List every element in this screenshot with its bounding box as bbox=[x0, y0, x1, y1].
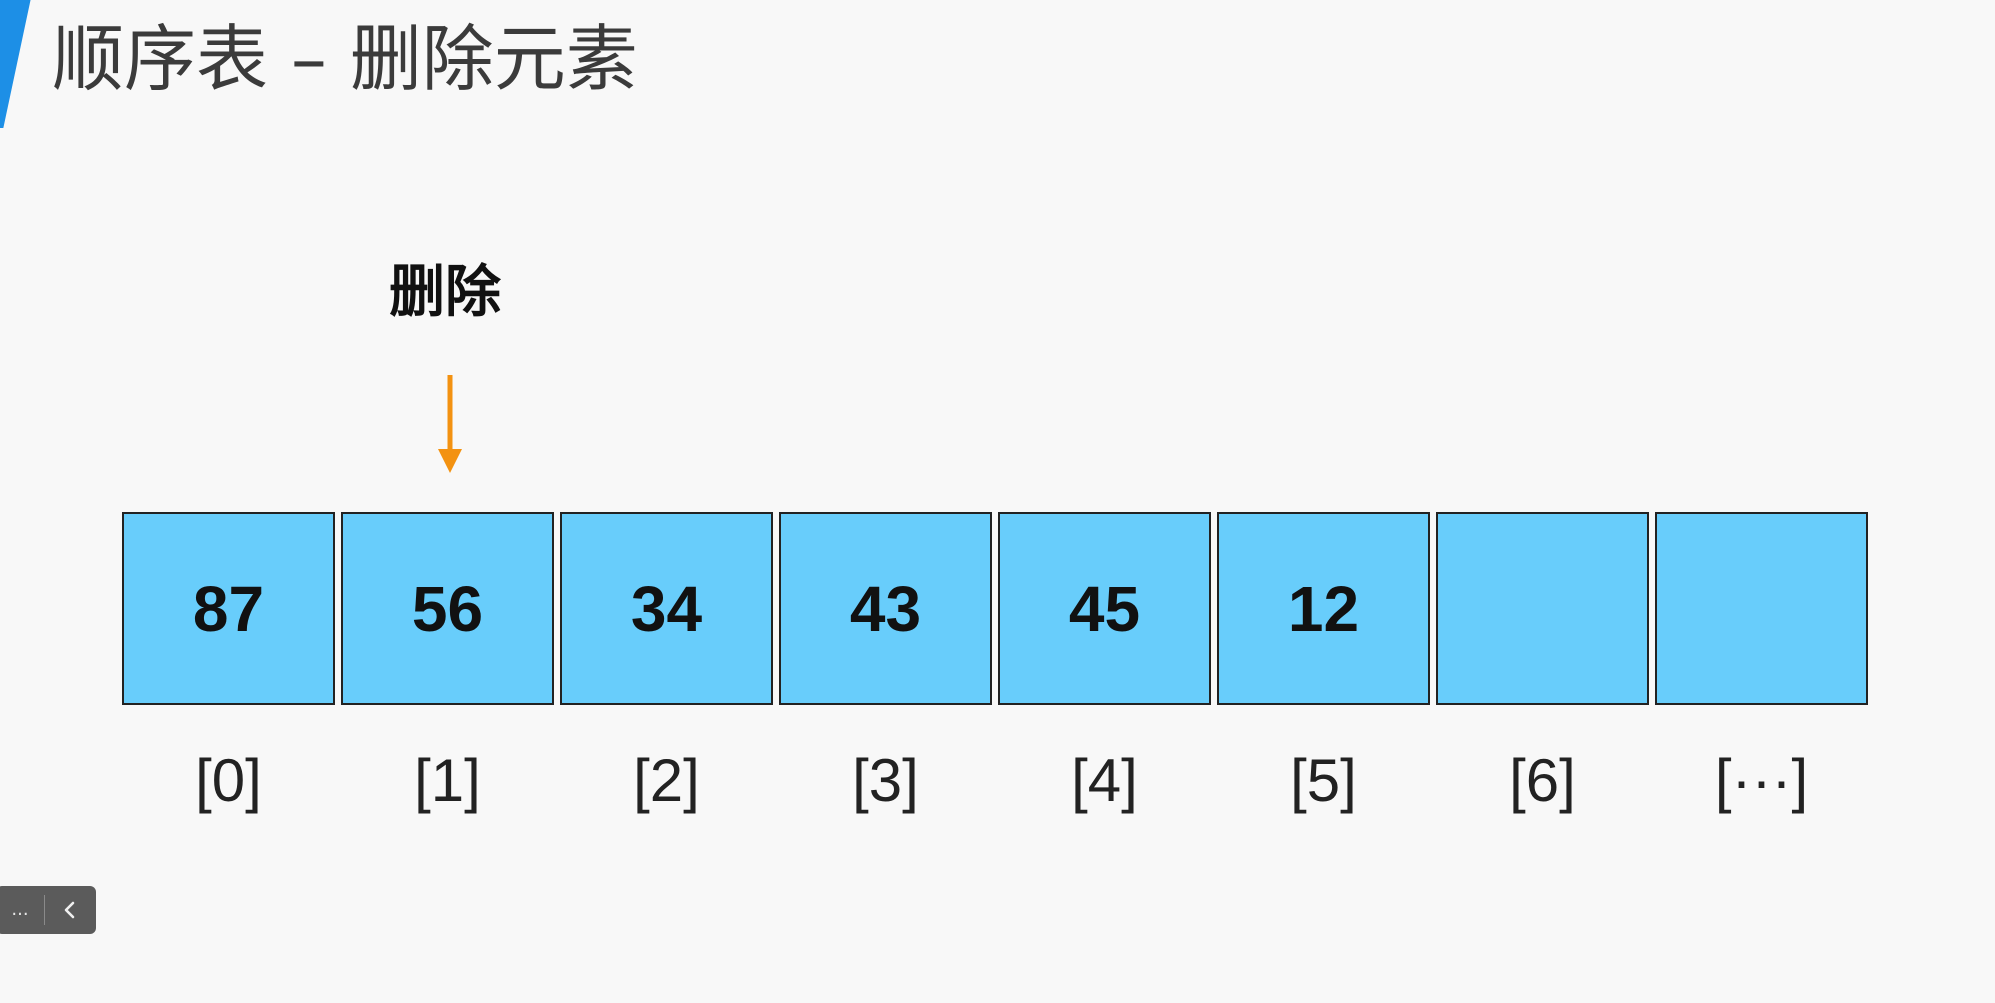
chevron-left-icon bbox=[64, 901, 75, 919]
array-cell-2: 34 bbox=[560, 512, 773, 705]
delete-label: 删除 bbox=[389, 260, 501, 325]
index-label-4: [4] bbox=[1071, 747, 1138, 814]
array-cell-6 bbox=[1436, 512, 1649, 705]
slide-title: 顺序表 – 删除元素 bbox=[52, 17, 638, 101]
array-cell-7 bbox=[1655, 512, 1868, 705]
array-index-labels: [0] [1] [2] [3] [4] [5] [6] [···] bbox=[122, 745, 1868, 817]
index-label-7: [···] bbox=[1714, 747, 1809, 814]
index-label-1: [1] bbox=[414, 747, 481, 814]
title-accent-bar bbox=[0, 0, 33, 128]
sequence-list-array: 87 56 34 43 45 12 bbox=[122, 512, 1868, 705]
array-cell-1: 56 bbox=[341, 512, 554, 705]
previous-slide-button[interactable] bbox=[45, 886, 95, 934]
more-options-button[interactable]: ... bbox=[0, 886, 44, 934]
array-cell-0: 87 bbox=[122, 512, 335, 705]
index-label-2: [2] bbox=[633, 747, 700, 814]
array-cell-3: 43 bbox=[779, 512, 992, 705]
index-label-5: [5] bbox=[1290, 747, 1357, 814]
delete-pointer-arrow-icon bbox=[438, 375, 462, 473]
index-label-6: [6] bbox=[1509, 747, 1576, 814]
array-cell-5: 12 bbox=[1217, 512, 1430, 705]
slide-player-controls: ... bbox=[0, 886, 96, 934]
index-label-3: [3] bbox=[852, 747, 919, 814]
array-cell-4: 45 bbox=[998, 512, 1211, 705]
index-label-0: [0] bbox=[195, 747, 262, 814]
